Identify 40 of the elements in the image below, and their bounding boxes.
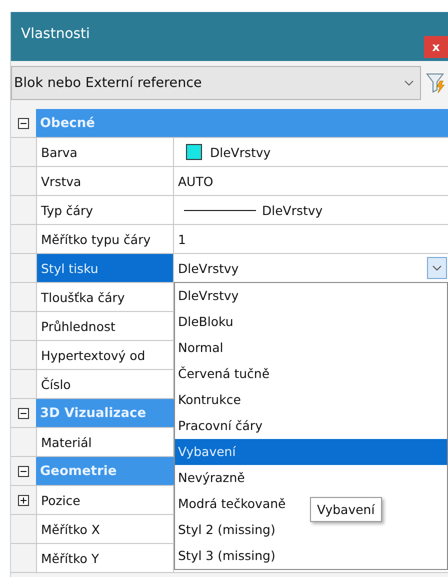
close-button[interactable]: x <box>424 36 448 58</box>
property-value: 1 <box>178 232 186 246</box>
dropdown-option[interactable]: Styl 3 (missing) <box>175 543 278 569</box>
dropdown-option[interactable]: Styl 2 (missing) <box>175 517 278 543</box>
property-name[interactable]: Vrstva <box>36 167 174 195</box>
object-type-dropdown[interactable]: Blok nebo Externí reference <box>11 66 421 100</box>
property-value: DleVrstvy <box>210 144 271 160</box>
property-value: AUTO <box>178 174 214 188</box>
property-name[interactable]: Materiál <box>36 428 174 456</box>
property-name[interactable]: Hypertextový od <box>36 341 174 369</box>
collapse-icon[interactable] <box>18 408 29 418</box>
property-value: DleVrstvy <box>262 202 323 218</box>
tooltip: Vybavení <box>310 497 382 522</box>
dropdown-option[interactable]: Modrá tečkovaně <box>175 491 288 517</box>
collapse-icon[interactable] <box>18 466 29 476</box>
window-title: Vlastnosti <box>21 26 90 42</box>
dropdown-option[interactable]: Nevýrazně <box>175 465 247 491</box>
caret-icon <box>432 265 442 271</box>
property-name[interactable]: Barva <box>36 138 174 166</box>
property-name[interactable]: Měřítko X <box>36 515 174 543</box>
dropdown-button[interactable] <box>427 257 447 279</box>
property-name[interactable]: Měřítko typu čáry <box>36 225 174 253</box>
caret-icon <box>404 80 414 86</box>
dropdown-option[interactable]: Kontrukce <box>175 387 243 413</box>
property-name[interactable]: Pozice <box>36 486 174 514</box>
property-name[interactable]: Měřítko Y <box>36 544 174 572</box>
collapse-icon[interactable] <box>18 118 29 128</box>
filter-icon[interactable] <box>426 72 446 94</box>
dropdown-option[interactable]: DleVrstvy <box>175 283 241 309</box>
dropdown-option[interactable]: Pracovní čáry <box>175 413 264 439</box>
property-name[interactable]: Typ čáry <box>36 196 174 224</box>
dropdown-option[interactable]: Normal <box>175 335 226 361</box>
dropdown-option[interactable]: Vybavení <box>175 439 447 465</box>
property-name[interactable]: Styl tisku <box>36 254 174 282</box>
dropdown-option[interactable]: Červená tučně <box>175 361 272 387</box>
dropdown-option[interactable]: DleBloku <box>175 309 236 335</box>
property-name[interactable]: Průhlednost <box>36 312 174 340</box>
property-name[interactable]: Tloušťka čáry <box>36 283 174 311</box>
expand-icon[interactable] <box>18 494 29 506</box>
property-name[interactable]: Číslo <box>36 370 174 398</box>
